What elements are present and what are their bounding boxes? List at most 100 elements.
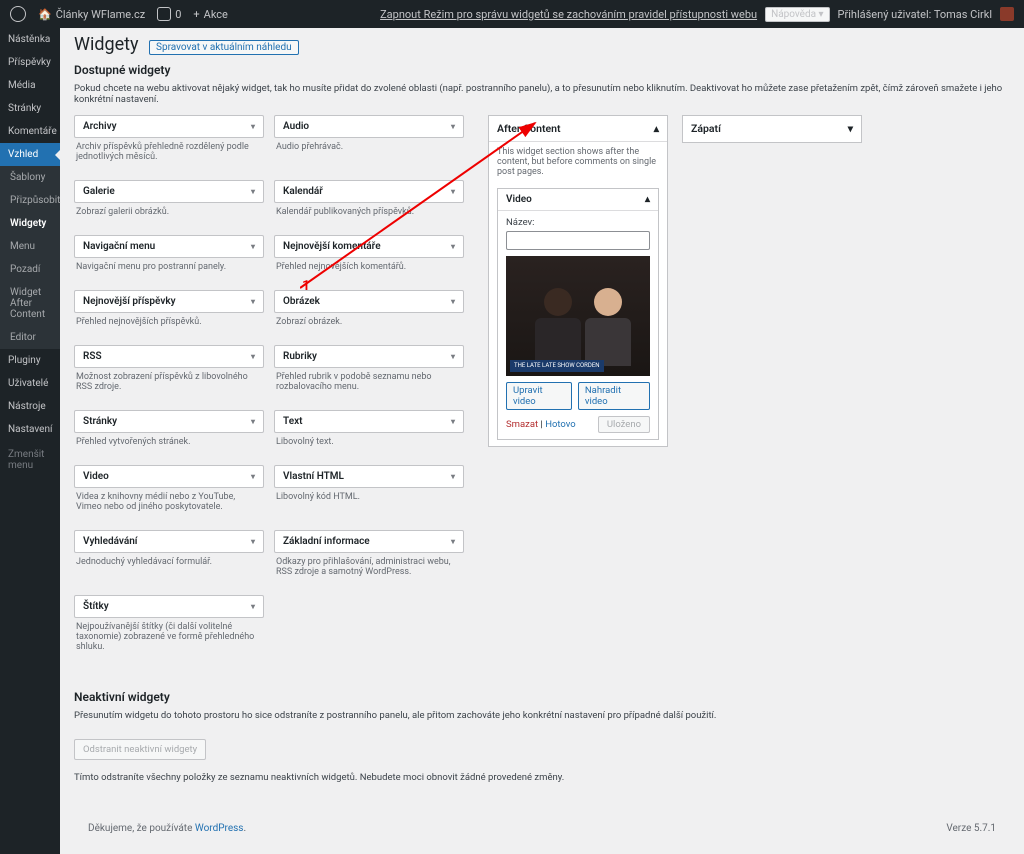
chevron-up-icon[interactable]: ▴ (654, 122, 659, 135)
area-footer: Zápatí▾ (682, 115, 862, 143)
sidebar-item-menu[interactable]: Menu (0, 235, 60, 258)
sidebar-item-pozadí[interactable]: Pozadí (0, 258, 60, 281)
widget-desc: Přehled rubrik v podobě seznamu nebo roz… (274, 368, 464, 400)
help-button[interactable]: Nápověda ▾ (765, 7, 829, 22)
delete-link[interactable]: Smazat (506, 419, 538, 430)
widget-video-instance: Video▴ Název: THE LATE LATE SHOW CORDEN (497, 188, 659, 440)
sidebar-item-komentáře[interactable]: Komentáře (0, 120, 60, 143)
widget-header[interactable]: Vlastní HTML▾ (274, 465, 464, 488)
save-button: Uloženo (598, 416, 650, 433)
sidebar-item-widgety[interactable]: Widgety (0, 212, 60, 235)
sidebar-item-editor[interactable]: Editor (0, 326, 60, 349)
sidebar-item-widget-after-content[interactable]: Widget After Content (0, 281, 60, 326)
widget-desc: Zobrazí galerii obrázků. (74, 203, 264, 225)
widget-desc: Videa z knihovny médií nebo z YouTube, V… (74, 488, 264, 520)
widget-video: Video▾Videa z knihovny médií nebo z YouT… (74, 465, 264, 520)
chevron-up-icon[interactable]: ▴ (645, 194, 650, 205)
widget-desc: Navigační menu pro postranní panely. (74, 258, 264, 280)
widget-header[interactable]: Vyhledávání▾ (74, 530, 264, 553)
comments-link[interactable]: 0 (157, 7, 181, 21)
widget-rss: RSS▾Možnost zobrazení příspěvků z libovo… (74, 345, 264, 400)
widget-header[interactable]: Nejnovější komentáře▾ (274, 235, 464, 258)
wordpress-link[interactable]: WordPress (195, 823, 244, 834)
available-widgets-heading: Dostupné widgety (74, 63, 1010, 77)
sidebar-item-uživatelé[interactable]: Uživatelé (0, 372, 60, 395)
widget-desc: Možnost zobrazení příspěvků z libovolnéh… (74, 368, 264, 400)
widget-header[interactable]: Štítky▾ (74, 595, 264, 618)
done-link[interactable]: Hotovo (545, 419, 576, 430)
widget-header[interactable]: Navigační menu▾ (74, 235, 264, 258)
sidebar-item-média[interactable]: Média (0, 74, 60, 97)
chevron-down-icon: ▾ (451, 537, 455, 546)
widget-navigační-menu: Navigační menu▾Navigační menu pro postra… (74, 235, 264, 280)
widget-header[interactable]: Kalendář▾ (274, 180, 464, 203)
sidebar-item-nástěnka[interactable]: Nástěnka (0, 28, 60, 51)
chevron-down-icon: ▾ (451, 417, 455, 426)
sidebar-item-stránky[interactable]: Stránky (0, 97, 60, 120)
new-link[interactable]: + Akce (193, 8, 227, 21)
video-preview: THE LATE LATE SHOW CORDEN (506, 256, 650, 376)
sidebar-item-šablony[interactable]: Šablony (0, 166, 60, 189)
inactive-note: Tímto odstraníte všechny položky ze sezn… (74, 772, 1010, 783)
widget-desc: Kalendář publikovaných příspěvků. (274, 203, 464, 225)
widget-nejnovější-příspěvky: Nejnovější příspěvky▾Přehled nejnovějšíc… (74, 290, 264, 335)
widget-header[interactable]: Video▾ (74, 465, 264, 488)
widget-desc: Odkazy pro přihlašování, administraci we… (274, 553, 464, 585)
widget-desc: Libovolný text. (274, 433, 464, 455)
chevron-down-icon: ▾ (251, 297, 255, 306)
widget-header[interactable]: Archivy▾ (74, 115, 264, 138)
inactive-heading: Neaktivní widgety (74, 690, 1010, 704)
widget-archivy: Archivy▾Archiv příspěvků přehledně rozdě… (74, 115, 264, 170)
accessibility-hint[interactable]: Zapnout Režim pro správu widgetů se zach… (380, 8, 757, 21)
sidebar-item-pluginy[interactable]: Pluginy (0, 349, 60, 372)
widget-desc: Jednoduchý vyhledávací formulář. (74, 553, 264, 575)
sidebar-item-zmenšit-menu[interactable]: Zmenšit menu (0, 441, 60, 479)
remove-inactive-button: Odstranit neaktivní widgety (74, 739, 206, 760)
widget-desc: Audio přehrávač. (274, 138, 464, 160)
site-link[interactable]: 🏠 Články WFlame.cz (38, 8, 145, 21)
widget-header[interactable]: Audio▾ (274, 115, 464, 138)
wp-logo[interactable] (10, 6, 26, 22)
widget-list: Archivy▾Archiv příspěvků přehledně rozdě… (74, 115, 474, 660)
sidebar-item-nástroje[interactable]: Nástroje (0, 395, 60, 418)
sidebar-item-vzhled[interactable]: Vzhled (0, 143, 60, 166)
name-label: Název: (506, 217, 650, 228)
widget-header[interactable]: RSS▾ (74, 345, 264, 368)
widget-header[interactable]: Rubriky▾ (274, 345, 464, 368)
page-title: Widgety (74, 34, 139, 55)
inactive-desc: Přesunutím widgetu do tohoto prostoru ho… (74, 710, 1010, 721)
sidebar-item-přizpůsobit[interactable]: Přizpůsobit (0, 189, 60, 212)
chevron-down-icon: ▾ (251, 602, 255, 611)
widget-text: Text▾Libovolný text. (274, 410, 464, 455)
chevron-down-icon: ▾ (251, 472, 255, 481)
widget-vyhledávání: Vyhledávání▾Jednoduchý vyhledávací formu… (74, 530, 264, 585)
widget-galerie: Galerie▾Zobrazí galerii obrázků. (74, 180, 264, 225)
sidebar-item-příspěvky[interactable]: Příspěvky (0, 51, 60, 74)
customize-button[interactable]: Spravovat v aktuálním náhledu (149, 40, 299, 55)
chevron-down-icon: ▾ (451, 187, 455, 196)
widget-header[interactable]: Text▾ (274, 410, 464, 433)
chevron-down-icon: ▾ (451, 472, 455, 481)
widget-header[interactable]: Stránky▾ (74, 410, 264, 433)
widget-štítky: Štítky▾Nejpoužívanější štítky (či další … (74, 595, 264, 660)
sidebar-item-nastavení[interactable]: Nastavení (0, 418, 60, 441)
chevron-down-icon[interactable]: ▾ (848, 122, 853, 135)
replace-video-button[interactable]: Nahradit video (578, 382, 650, 410)
edit-video-button[interactable]: Upravit video (506, 382, 572, 410)
chevron-down-icon: ▾ (451, 297, 455, 306)
chevron-down-icon: ▾ (251, 352, 255, 361)
avatar[interactable] (1000, 7, 1014, 21)
widget-header[interactable]: Nejnovější příspěvky▾ (74, 290, 264, 313)
comment-icon (157, 7, 171, 21)
widget-desc: Zobrazí obrázek. (274, 313, 464, 335)
widget-nejnovější-komentáře: Nejnovější komentáře▾Přehled nejnovějšíc… (274, 235, 464, 280)
chevron-down-icon: ▾ (451, 122, 455, 131)
chevron-down-icon: ▾ (251, 122, 255, 131)
chevron-down-icon: ▾ (251, 417, 255, 426)
widget-header[interactable]: Galerie▾ (74, 180, 264, 203)
widget-header[interactable]: Základní informace▾ (274, 530, 464, 553)
show-logo: THE LATE LATE SHOW CORDEN (510, 360, 604, 372)
name-input[interactable] (506, 231, 650, 250)
loggedin-user[interactable]: Přihlášený uživatel: Tomas Cirkl (838, 8, 992, 21)
footer-thanks: Děkujeme, že používáte WordPress. (88, 823, 246, 834)
